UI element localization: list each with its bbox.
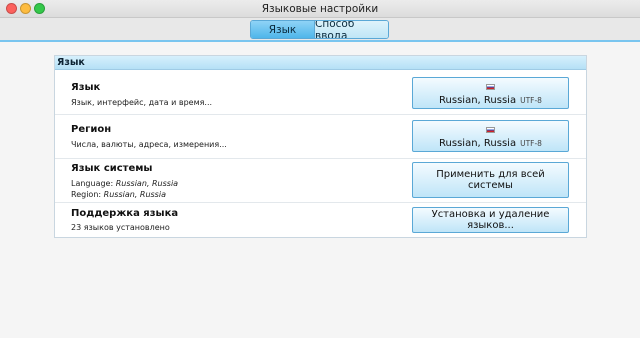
region-label: Region: [71, 190, 102, 199]
row-title: Язык [71, 82, 101, 93]
locale-name: Russian, Russia [439, 95, 517, 106]
row-title: Язык системы [71, 163, 153, 174]
language-label: Language: [71, 179, 114, 188]
tab-input-method[interactable]: Способ ввода [315, 21, 388, 38]
row-title: Поддержка языка [71, 208, 179, 219]
row-subtitle: 23 языков установлено [71, 223, 170, 232]
tab-group: Язык Способ ввода [250, 20, 389, 39]
apply-system-wide-button[interactable]: Применить для всей системы [412, 162, 569, 198]
russia-flag-icon [486, 84, 495, 90]
button-label: Применить для всей системы [436, 169, 545, 191]
region-locale-button[interactable]: Russian, Russia UTF-8 [412, 120, 569, 152]
language-value: Russian, Russia [115, 179, 179, 188]
install-remove-languages-button[interactable]: Установка и удаление языков... [412, 207, 569, 233]
row-subtitle: Язык, интерфейс, дата и время... [71, 98, 213, 107]
locale-text: Russian, Russia UTF-8 [413, 138, 568, 149]
encoding-label: UTF-8 [520, 96, 542, 105]
system-language-line: Language: Russian, Russia [71, 179, 178, 188]
language-locale-button[interactable]: Russian, Russia UTF-8 [412, 77, 569, 109]
row-region: Регион Числа, валюты, адреса, измерения.… [55, 115, 586, 159]
encoding-label: UTF-8 [520, 139, 542, 148]
region-value: Russian, Russia [103, 190, 166, 199]
window-title: Языковые настройки [261, 3, 379, 15]
language-panel: Язык Язык Язык, интерфейс, дата и время.… [54, 55, 587, 238]
row-subtitle: Числа, валюты, адреса, измерения... [71, 140, 227, 149]
system-region-line: Region: Russian, Russia [71, 190, 166, 199]
tab-language[interactable]: Язык [251, 21, 315, 38]
row-language: Язык Язык, интерфейс, дата и время... Ru… [55, 71, 586, 115]
row-language-support: Поддержка языка 23 языков установлено Ус… [55, 203, 586, 238]
locale-text: Russian, Russia UTF-8 [413, 95, 568, 106]
panel-header: Язык [55, 56, 586, 70]
russia-flag-icon [486, 127, 495, 133]
row-system-language: Язык системы Language: Russian, Russia R… [55, 159, 586, 203]
locale-name: Russian, Russia [439, 138, 517, 149]
row-title: Регион [71, 124, 112, 135]
title-bar: Языковые настройки [0, 0, 640, 18]
tab-bar: Язык Способ ввода [0, 18, 640, 42]
button-label: Установка и удаление языков... [431, 209, 550, 231]
